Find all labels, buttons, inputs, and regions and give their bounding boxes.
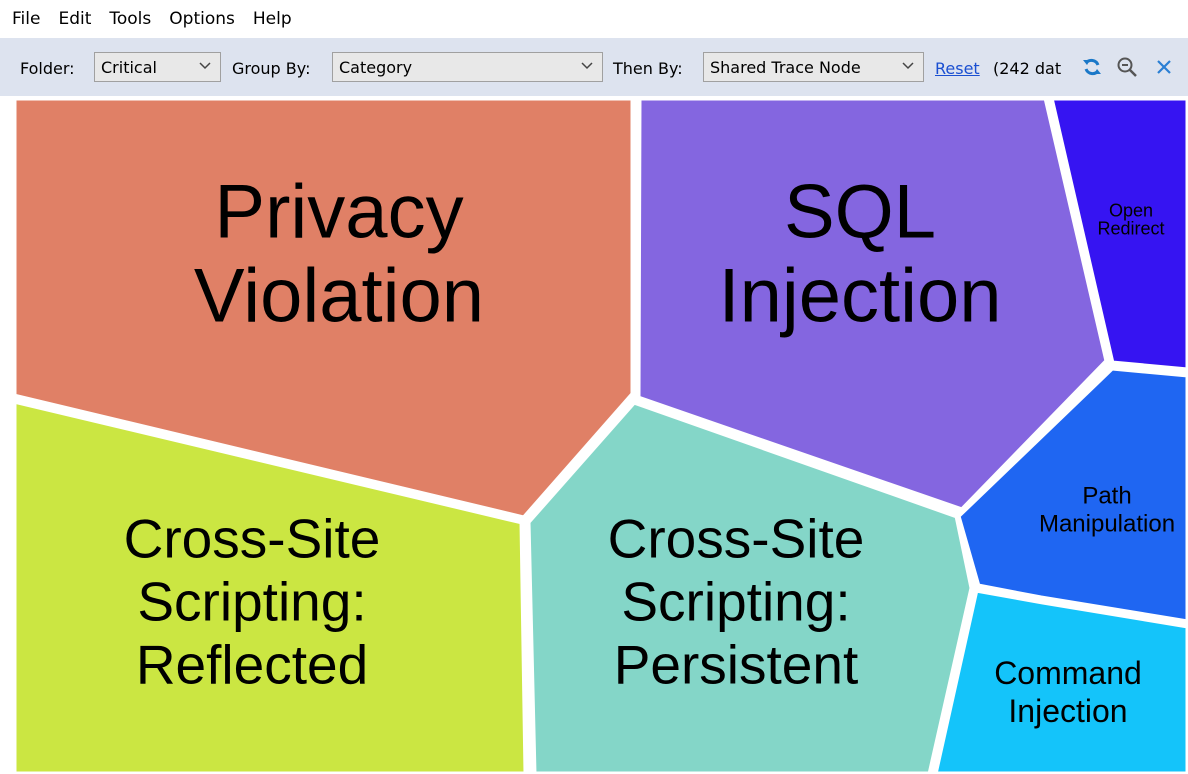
cell-label-path-manipulation: Manipulation [1039,510,1175,537]
cell-label-xss-persistent: Scripting: [621,570,850,632]
cell-label-sql-injection: SQL [784,170,936,255]
then-by-label: Then By: [613,59,683,78]
cell-label-privacy-violation: Violation [194,254,484,339]
filter-toolbar: Folder: Critical Group By: Category Then… [0,38,1188,96]
cell-label-path-manipulation: Path [1082,482,1131,509]
treemap-canvas: PrivacyViolationSQLInjectionOpenRedirect… [14,98,1188,774]
close-icon[interactable] [1152,55,1176,79]
menu-tools[interactable]: Tools [100,9,160,29]
voronoi-treemap: Privacy Violation SQL Injection Open Redirect… [14,98,1188,774]
menu-file[interactable]: File [0,9,49,29]
zoom-out-icon[interactable] [1115,55,1139,79]
cell-label-xss-reflected: Cross-Site [124,507,381,569]
group-by-select[interactable]: Category [332,52,603,82]
group-by-select-value: Category [339,57,413,77]
folder-label: Folder: [20,59,75,78]
then-by-select[interactable]: Shared Trace Node [703,52,924,82]
cell-label-open-redirect: Redirect [1097,218,1164,238]
cell-label-command-injection: Injection [1008,693,1127,729]
chevron-down-icon [581,62,593,70]
cell-label-privacy-violation: Privacy [214,170,463,255]
refresh-icon[interactable] [1080,55,1104,79]
reset-link[interactable]: Reset [935,59,980,78]
menu-help[interactable]: Help [244,9,301,29]
cell-command-injection[interactable]: CommandInjection [932,587,1188,774]
cell-label-xss-reflected: Reflected [136,633,368,695]
then-by-select-value: Shared Trace Node [710,57,861,77]
cell-label-xss-persistent: Cross-Site [608,507,865,569]
issue-count: (242 dat [993,59,1062,78]
cell-label-sql-injection: Injection [718,254,1001,339]
menu-bar: File Edit Tools Options Help [0,0,1188,38]
cell-label-xss-reflected: Scripting: [137,570,366,632]
menu-options[interactable]: Options [160,9,244,29]
chevron-down-icon [199,62,211,70]
group-by-label: Group By: [232,59,311,78]
cell-label-xss-persistent: Persistent [614,633,859,695]
folder-select-value: Critical [101,57,157,77]
cell-label-command-injection: Command [994,655,1142,691]
cell-label-open-redirect: Open [1109,200,1153,220]
chevron-down-icon [902,62,914,70]
folder-select[interactable]: Critical [94,52,221,82]
menu-edit[interactable]: Edit [49,9,100,29]
